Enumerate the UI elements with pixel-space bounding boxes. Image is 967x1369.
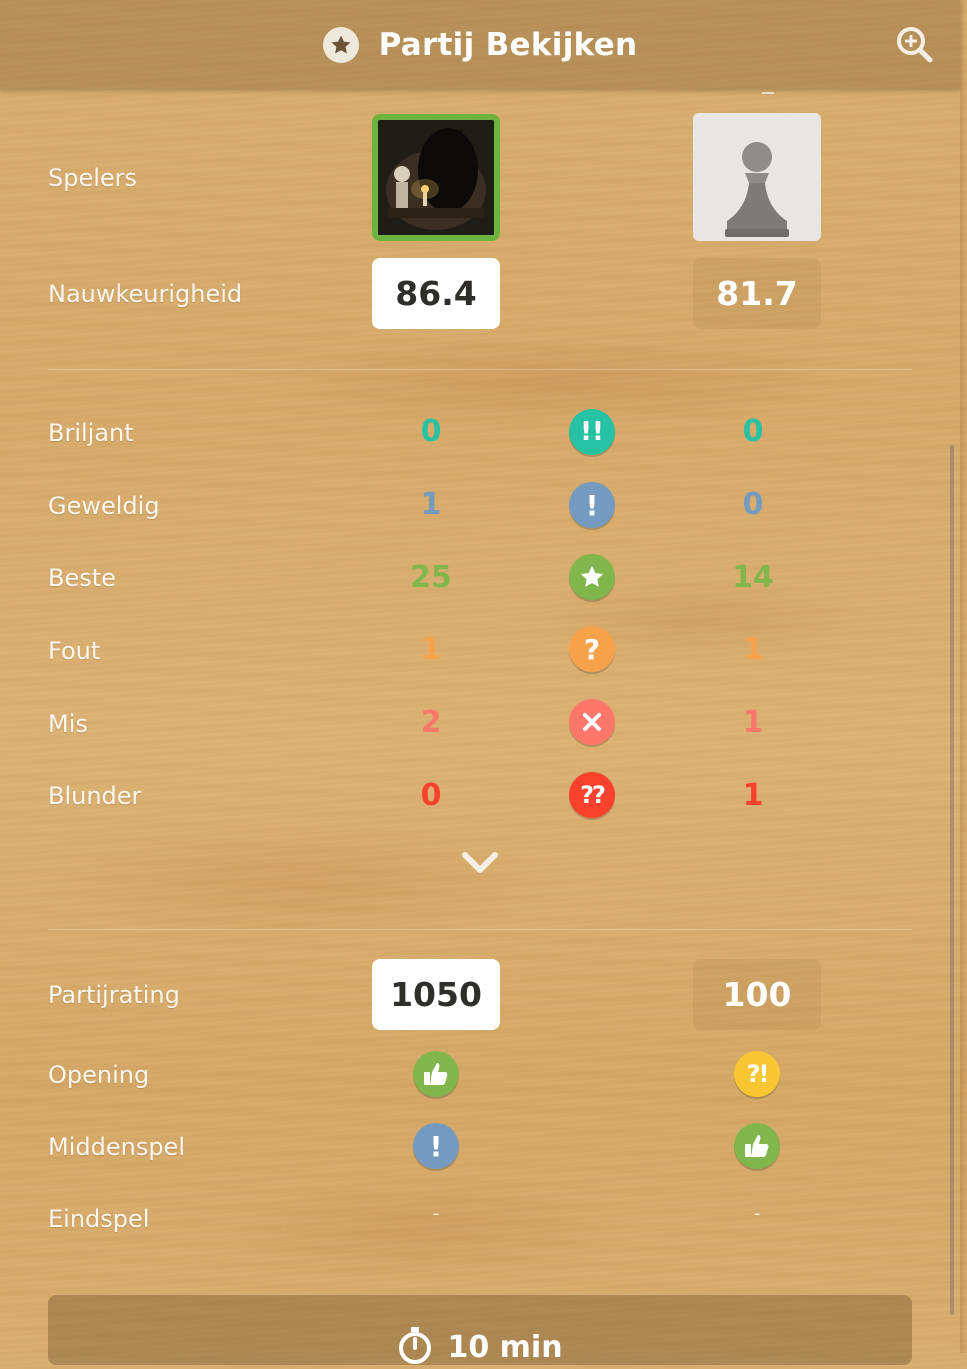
- white-miss-count: 2: [420, 705, 442, 740]
- time-control-bar[interactable]: 10 min: [48, 1295, 912, 1365]
- miss-icon: [569, 699, 615, 745]
- game-rating-label: Partijrating: [48, 981, 180, 1009]
- white-game-rating: 1050: [372, 959, 500, 1030]
- black-miss-count: 1: [742, 705, 764, 740]
- black-brilliant-count: 0: [742, 414, 764, 449]
- black-great-count: 0: [742, 487, 764, 522]
- great-icon: !: [569, 482, 615, 528]
- great-icon-middlegame: !: [413, 1123, 459, 1169]
- white-accuracy: 86.4: [372, 258, 500, 329]
- thumbs-up-icon: [413, 1051, 459, 1097]
- players-label: Spelers: [48, 164, 138, 192]
- white-great-count: 1: [420, 487, 442, 522]
- chevron-down-icon[interactable]: [460, 848, 500, 880]
- dubious-icon: ?!: [734, 1051, 780, 1097]
- star-icon: [322, 27, 359, 63]
- pawn-avatar[interactable]: [693, 113, 821, 241]
- black-accuracy: 81.7: [693, 258, 821, 329]
- miss-label: Mis: [48, 710, 88, 738]
- scrollbar[interactable]: [950, 445, 954, 1315]
- brilliant-icon: !!: [569, 409, 615, 455]
- thumbs-up-icon-middlegame: [734, 1123, 780, 1169]
- brilliant-label: Briljant: [48, 419, 134, 447]
- section-divider-2: [48, 929, 912, 930]
- best-label: Beste: [48, 564, 116, 592]
- white-best-count: 25: [410, 560, 452, 595]
- header-bar: Partij Bekijken: [0, 0, 960, 90]
- white-blunder-count: 0: [420, 778, 442, 813]
- dark-figure-avatar[interactable]: [372, 114, 500, 241]
- stopwatch-icon: [397, 1325, 433, 1369]
- blunder-label: Blunder: [48, 782, 142, 810]
- endgame-label: Eindspel: [48, 1205, 150, 1233]
- white-inaccuracy-count: 1: [420, 632, 442, 667]
- time-control-text: 10 min: [447, 1329, 563, 1365]
- white-brilliant-count: 0: [420, 414, 442, 449]
- black-blunder-count: 1: [742, 778, 764, 813]
- accuracy-label: Nauwkeurigheid: [48, 280, 243, 308]
- inaccuracy-label: Fout: [48, 637, 101, 665]
- blunder-icon: ??: [569, 772, 615, 818]
- opening-label: Opening: [48, 1061, 150, 1089]
- best-star-icon: [569, 554, 615, 600]
- page-title: Partij Bekijken: [378, 27, 638, 63]
- black-game-rating: 100: [693, 959, 821, 1030]
- window-edge: [960, 0, 967, 1353]
- white-endgame-value: -: [432, 1203, 440, 1224]
- black-inaccuracy-count: 1: [742, 632, 764, 667]
- inaccuracy-icon: ?: [569, 626, 615, 672]
- header-title-group: Partij Bekijken: [322, 27, 638, 63]
- black-best-count: 14: [732, 560, 774, 595]
- great-label: Geweldig: [48, 492, 160, 520]
- black-endgame-value: -: [753, 1203, 761, 1224]
- middlegame-label: Middenspel: [48, 1133, 185, 1161]
- section-divider: [48, 369, 912, 370]
- zoom-icon[interactable]: [892, 22, 936, 66]
- header-divider: [762, 92, 774, 94]
